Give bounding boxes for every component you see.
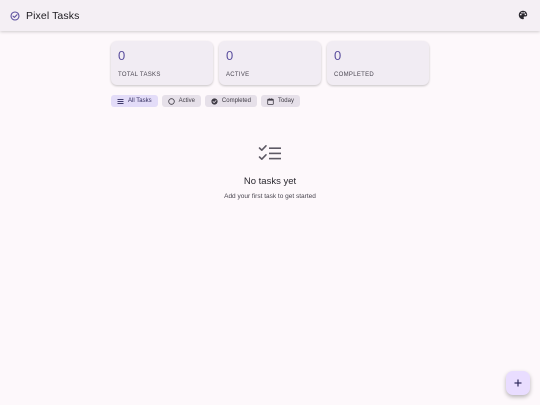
- plus-icon: [514, 379, 522, 387]
- empty-title: No tasks yet: [243, 176, 297, 187]
- stat-card-active: 0 ACTIVE: [219, 41, 321, 85]
- check-circle-icon: [10, 10, 20, 21]
- filter-chip-today[interactable]: Today: [260, 95, 300, 107]
- top-app-bar: Pixel Tasks: [0, 0, 540, 31]
- stat-label: ACTIVE: [226, 72, 250, 78]
- filter-chip-active[interactable]: Active: [161, 95, 201, 107]
- add-task-button[interactable]: [506, 371, 530, 395]
- calendar-icon: [267, 97, 274, 105]
- filter-chip-completed[interactable]: Completed: [204, 95, 257, 107]
- circle-outline-icon: [167, 97, 175, 105]
- stat-card-completed: 0 COMPLETED: [327, 41, 429, 85]
- stats-row: 0 TOTAL TASKS 0 ACTIVE 0 COMPLETED: [111, 41, 429, 85]
- chip-label: Completed: [221, 98, 251, 104]
- stat-label: COMPLETED: [334, 72, 375, 78]
- empty-state: No tasks yet Add your first task to get …: [0, 144, 540, 200]
- list-icon: [117, 98, 124, 105]
- checklist-icon: [258, 145, 281, 160]
- stat-value: 0: [226, 48, 234, 63]
- stat-value: 0: [118, 48, 126, 63]
- chip-label: All Tasks: [128, 98, 152, 104]
- stat-card-total: 0 TOTAL TASKS: [111, 41, 213, 85]
- empty-subtitle: Add your first task to get started: [224, 193, 316, 200]
- filter-chips: All Tasks Active Completed Today: [111, 95, 300, 107]
- stat-value: 0: [334, 48, 342, 63]
- chip-label: Active: [178, 98, 195, 104]
- stat-label: TOTAL TASKS: [118, 72, 161, 78]
- chip-label: Today: [277, 98, 294, 104]
- filter-chip-all-tasks[interactable]: All Tasks: [111, 95, 158, 107]
- check-circle-filled-icon: [211, 97, 218, 105]
- palette-icon[interactable]: [517, 9, 529, 21]
- app-title: Pixel Tasks: [26, 9, 80, 22]
